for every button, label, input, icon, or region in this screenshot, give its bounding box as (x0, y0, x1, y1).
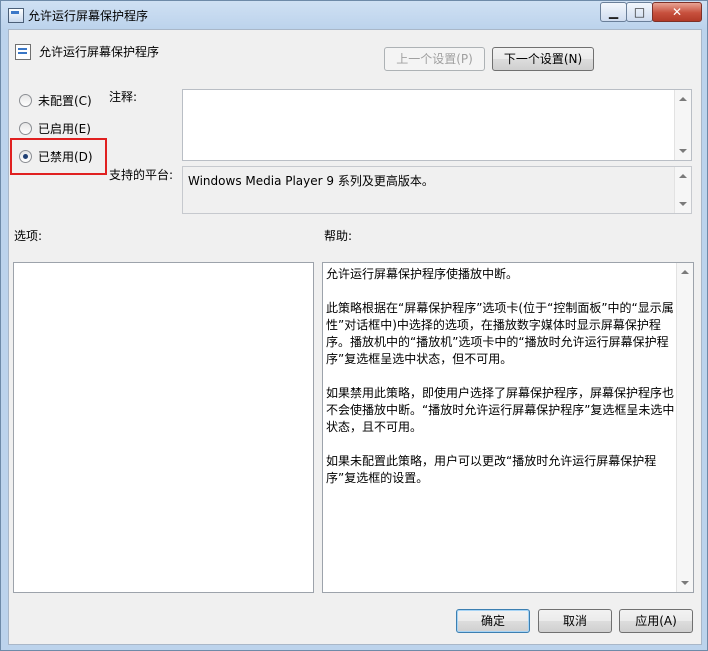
policy-name: 允许运行屏幕保护程序 (39, 45, 160, 59)
scroll-up-icon[interactable] (679, 97, 687, 101)
help-text: 允许运行屏幕保护程序使播放中断。 此策略根据在“屏幕保护程序”选项卡(位于“控制… (326, 266, 678, 504)
next-setting-button[interactable]: 下一个设置(N) (492, 47, 594, 71)
comment-scrollbar[interactable] (674, 90, 691, 160)
radio-enabled[interactable]: 已启用(E) (19, 119, 91, 137)
scroll-down-icon[interactable] (679, 202, 687, 206)
help-paragraph: 此策略根据在“屏幕保护程序”选项卡(位于“控制面板”中的“显示属性”对话框中)中… (326, 301, 674, 366)
comment-label: 注释: (109, 90, 138, 104)
scroll-up-icon[interactable] (679, 174, 687, 178)
help-paragraph: 如果禁用此策略，即使用户选择了屏幕保护程序，屏幕保护程序也不会使播放中断。“播放… (326, 386, 675, 434)
cancel-button[interactable]: 取消 (538, 609, 612, 633)
supported-scrollbar[interactable] (674, 167, 691, 213)
radio-button-icon[interactable] (19, 93, 32, 107)
maximize-button[interactable]: □ (626, 2, 653, 22)
dialog-window: 允许运行屏幕保护程序 ▁ □ ✕ 允许运行屏幕保护程序 上一个设置(P) 下一个… (0, 0, 708, 651)
title-bar[interactable]: 允许运行屏幕保护程序 ▁ □ ✕ (1, 1, 707, 29)
radio-button-icon[interactable] (19, 121, 32, 135)
close-button[interactable]: ✕ (652, 2, 702, 22)
comment-textarea[interactable] (182, 89, 692, 161)
help-scrollbar[interactable] (676, 263, 693, 592)
scroll-down-icon[interactable] (679, 149, 687, 153)
minimize-button[interactable]: ▁ (600, 2, 627, 22)
help-label: 帮助: (324, 229, 353, 243)
radio-label: 已启用(E) (38, 121, 91, 136)
scroll-down-icon[interactable] (681, 581, 689, 585)
supported-platforms-label: 支持的平台: (109, 168, 174, 182)
apply-button[interactable]: 应用(A) (619, 609, 693, 633)
dialog-body: 允许运行屏幕保护程序 上一个设置(P) 下一个设置(N) 未配置(C) 已启用(… (8, 29, 702, 645)
options-panel (13, 262, 314, 593)
options-label: 选项: (14, 229, 43, 243)
highlight-annotation (10, 138, 107, 175)
help-paragraph: 允许运行屏幕保护程序使播放中断。 (326, 267, 519, 281)
help-panel: 允许运行屏幕保护程序使播放中断。 此策略根据在“屏幕保护程序”选项卡(位于“控制… (322, 262, 694, 593)
policy-window-icon (8, 8, 24, 23)
supported-platforms-field: Windows Media Player 9 系列及更高版本。 (182, 166, 692, 214)
previous-setting-button[interactable]: 上一个设置(P) (384, 47, 485, 71)
window-title: 允许运行屏幕保护程序 (28, 9, 149, 23)
help-paragraph: 如果未配置此策略，用户可以更改“播放时允许运行屏幕保护程序”复选框的设置。 (326, 454, 657, 485)
ok-button[interactable]: 确定 (456, 609, 530, 633)
supported-platforms-value: Windows Media Player 9 系列及更高版本。 (188, 174, 434, 188)
scroll-up-icon[interactable] (681, 270, 689, 274)
radio-not-configured[interactable]: 未配置(C) (19, 91, 92, 109)
policy-settings-icon (15, 44, 31, 60)
radio-label: 未配置(C) (38, 93, 92, 108)
